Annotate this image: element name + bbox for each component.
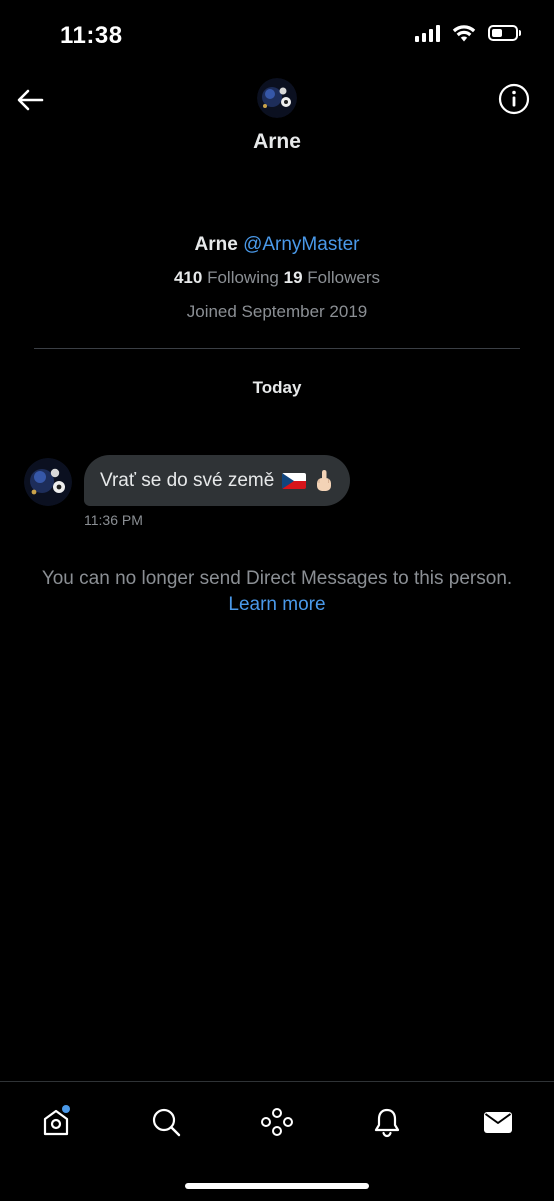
avatar-image — [24, 458, 72, 506]
divider — [34, 348, 520, 349]
middle-finger-icon — [314, 469, 334, 493]
tab-search[interactable] — [146, 1102, 186, 1142]
message-timestamp: 11:36 PM — [84, 512, 143, 528]
tab-notifications[interactable] — [367, 1102, 407, 1142]
tab-home[interactable] — [36, 1102, 76, 1142]
arrow-left-icon — [17, 89, 44, 111]
bottom-tab-bar — [0, 1081, 554, 1201]
spaces-icon — [261, 1108, 293, 1136]
followers-label: Followers — [307, 268, 381, 287]
info-button[interactable] — [498, 83, 530, 115]
info-icon — [498, 83, 530, 115]
battery-icon — [488, 25, 521, 41]
czech-flag-icon — [282, 472, 307, 489]
back-button[interactable] — [14, 84, 46, 116]
status-icons — [415, 24, 521, 42]
status-time: 11:38 — [60, 22, 123, 49]
home-indicator[interactable] — [185, 1183, 369, 1189]
status-bar: 11:38 — [0, 0, 554, 72]
header-avatar[interactable] — [257, 78, 297, 118]
followers-count: 19 — [283, 268, 303, 287]
learn-more-link[interactable]: Learn more — [228, 592, 325, 618]
following-label: Following — [207, 268, 279, 287]
notice-text: You can no longer send Direct Messages t… — [41, 568, 513, 589]
message-bubble[interactable]: Vrať se do své země — [84, 455, 351, 506]
wifi-icon — [452, 25, 476, 42]
notifications-icon — [374, 1108, 400, 1138]
profile-name: Arne — [194, 234, 238, 255]
following-count: 410 — [173, 268, 203, 287]
header-title: Arne — [253, 130, 301, 153]
profile-handle: @ArnyMaster — [243, 234, 360, 255]
dm-restriction-notice: You can no longer send Direct Messages t… — [0, 566, 554, 618]
battery-level — [492, 29, 502, 37]
message-text: Vrať se do své země — [100, 469, 275, 491]
messages-icon — [484, 1112, 512, 1133]
profile-summary[interactable]: Arne @ArnyMaster 410 Following 19 Follow… — [0, 230, 554, 325]
conversation-header: Arne — [0, 72, 554, 172]
cellular-signal-icon — [415, 24, 440, 42]
joined-date: Joined September 2019 — [186, 302, 368, 321]
message-avatar[interactable] — [24, 458, 72, 506]
date-separator: Today — [252, 378, 302, 397]
search-icon — [152, 1108, 181, 1137]
profile-name-line: Arne @ArnyMaster — [0, 230, 554, 260]
avatar-image — [257, 78, 297, 118]
follow-stats: 410 Following 19 Followers — [0, 265, 554, 291]
home-notification-dot — [62, 1105, 70, 1113]
tab-messages[interactable] — [478, 1102, 518, 1142]
tab-spaces[interactable] — [257, 1102, 297, 1142]
